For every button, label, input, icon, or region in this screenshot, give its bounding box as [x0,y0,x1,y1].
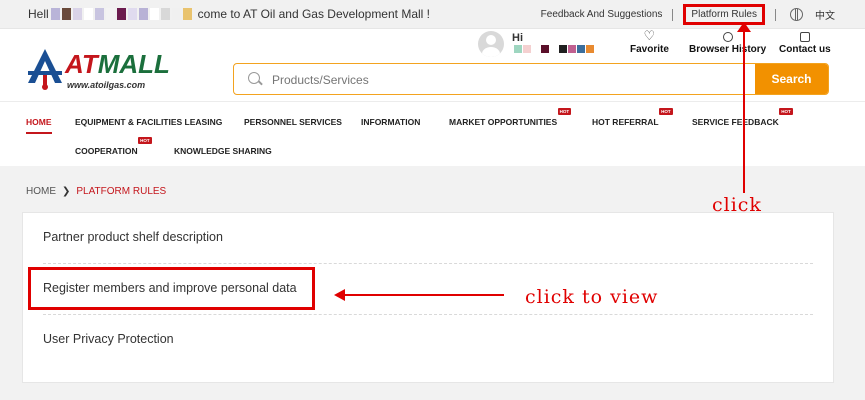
redacted-username [50,8,192,20]
hot-badge: HOT [779,108,793,115]
hot-badge: HOT [138,137,152,144]
nav-item-information[interactable]: INFORMATION [361,117,420,127]
hot-badge: HOT [557,108,572,115]
rule-title: User Privacy Protection [43,332,174,346]
contact-icon [799,32,810,42]
breadcrumb-home[interactable]: HOME [26,186,56,197]
contact-us-link[interactable]: Contact us [779,32,831,55]
nav-item-equipment-leasing[interactable]: EQUIPMENT & FACILITIES LEASING [75,117,222,127]
nav-item-knowledge-sharing[interactable]: KNOWLEDGE SHARING [174,146,272,156]
nav-item-service-feedback[interactable]: SERVICE FEEDBACK HOT [692,108,793,127]
logo-url: www.atoilgas.com [67,80,146,90]
logo-wordmark: ATMALL [65,49,170,79]
redacted-user-name [514,45,594,53]
nav-item-hot-referral[interactable]: HOT REFERRAL HOT [592,108,673,127]
annotation-arrow-vertical [743,29,745,193]
chevron-right-icon: ❯ [62,186,71,197]
atmall-logo[interactable]: ATMALL www.atoilgas.com [25,47,185,97]
user-greeting: Hi [512,32,523,44]
rule-title: Partner product shelf description [43,230,223,244]
nav-item-market-opportunities[interactable]: MARKET OPPORTUNITIES HOT [449,108,572,127]
clock-icon [722,32,733,42]
search-button[interactable]: Search [755,64,828,94]
search-input[interactable] [270,64,744,94]
globe-icon[interactable] [790,8,803,21]
nav-item-personnel-services[interactable]: PERSONNEL SERVICES [244,117,342,127]
language-switch[interactable]: 中文 [815,7,835,22]
nav-item-home[interactable]: HOME [26,117,52,134]
list-item[interactable]: Partner product shelf description [43,213,813,264]
search-bar: Search [233,63,829,95]
top-bar: Hell come to AT Oil and Gas Development … [0,0,865,29]
header: ATMALL www.atoilgas.com Hi Favorite Brow… [0,28,865,101]
platform-rules-link[interactable]: Platform Rules [683,4,765,25]
divider [775,8,776,21]
top-links: Feedback And Suggestions Platform Rules … [541,4,835,25]
divider [672,8,674,21]
annotation-click: click [712,194,762,216]
highlight-box [28,267,315,310]
nav-item-cooperation[interactable]: COOPERATION HOT [75,137,152,156]
greeting: Hell come to AT Oil and Gas Development … [28,7,430,21]
annotation-arrow-horizontal [344,294,504,296]
hot-badge: HOT [659,108,673,115]
heart-icon [643,28,655,44]
list-item[interactable]: User Privacy Protection [43,315,813,365]
browser-history-link[interactable]: Browser History [689,32,766,55]
main-nav: HOME EQUIPMENT & FACILITIES LEASING PERS… [0,101,865,166]
breadcrumb: HOME ❯ PLATFORM RULES [26,186,166,197]
avatar[interactable] [478,31,504,57]
breadcrumb-current: PLATFORM RULES [76,186,167,197]
favorite-link[interactable]: Favorite [630,28,669,55]
greeting-prefix: Hell [28,7,49,21]
annotation-click-to-view: click to view [525,286,659,308]
oil-derrick-icon [28,49,62,90]
search-icon [248,72,260,84]
feedback-link[interactable]: Feedback And Suggestions [541,9,663,20]
greeting-suffix: come to AT Oil and Gas Development Mall … [197,7,430,21]
